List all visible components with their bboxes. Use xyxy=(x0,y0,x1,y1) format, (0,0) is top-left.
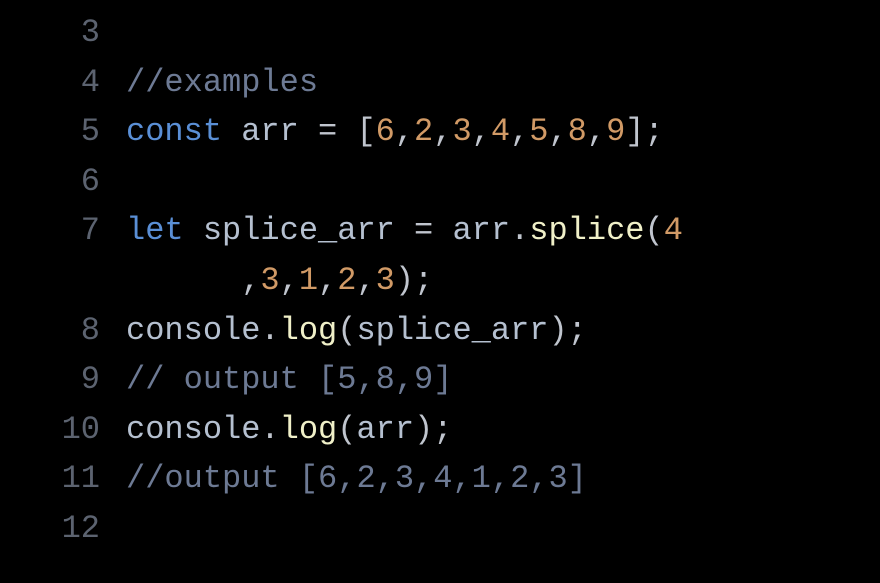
code-token: splice xyxy=(529,212,644,249)
line-number: 8 xyxy=(0,306,126,356)
code-token: . xyxy=(260,411,279,448)
code-content: //examples xyxy=(126,58,880,108)
code-token: , xyxy=(433,113,452,150)
line-number: 10 xyxy=(0,405,126,455)
code-content: const arr = [6,2,3,4,5,8,9]; xyxy=(126,107,880,157)
code-token: ( xyxy=(337,312,356,349)
code-token: arr xyxy=(356,411,414,448)
code-token: arr xyxy=(433,212,510,249)
code-token: console xyxy=(126,312,260,349)
code-token: 4 xyxy=(491,113,510,150)
code-line: 4//examples xyxy=(0,58,880,108)
code-line: 3 xyxy=(0,8,880,58)
code-content: // output [5,8,9] xyxy=(126,355,880,405)
line-number: 9 xyxy=(0,355,126,405)
code-token: , xyxy=(280,262,299,299)
code-content: console.log(arr); xyxy=(126,405,880,455)
code-line: 11//output [6,2,3,4,1,2,3] xyxy=(0,454,880,504)
line-number: 6 xyxy=(0,157,126,207)
code-token: = xyxy=(318,113,337,150)
code-content: //output [6,2,3,4,1,2,3] xyxy=(126,454,880,504)
line-number: 11 xyxy=(0,454,126,504)
code-token: , xyxy=(472,113,491,150)
code-token: . xyxy=(260,312,279,349)
code-token: ( xyxy=(337,411,356,448)
code-token: = xyxy=(414,212,433,249)
code-token: , xyxy=(356,262,375,299)
code-token: , xyxy=(241,262,260,299)
code-line: 12 xyxy=(0,504,880,554)
code-token: 3 xyxy=(260,262,279,299)
code-token: 2 xyxy=(414,113,433,150)
code-token: // output [5,8,9] xyxy=(126,361,452,398)
code-token: //examples xyxy=(126,64,318,101)
code-token: ]; xyxy=(625,113,663,150)
line-number: 12 xyxy=(0,504,126,554)
code-token: let xyxy=(126,212,184,249)
code-token: 2 xyxy=(337,262,356,299)
code-content: let splice_arr = arr.splice(4 xyxy=(126,206,880,256)
code-line: 7let splice_arr = arr.splice(4 xyxy=(0,206,880,256)
code-token: const xyxy=(126,113,222,150)
code-token: log xyxy=(280,411,338,448)
code-token: , xyxy=(395,113,414,150)
code-token: , xyxy=(318,262,337,299)
code-line: 5const arr = [6,2,3,4,5,8,9]; xyxy=(0,107,880,157)
code-token: , xyxy=(587,113,606,150)
code-line: 10console.log(arr); xyxy=(0,405,880,455)
code-line: 8console.log(splice_arr); xyxy=(0,306,880,356)
code-token: console xyxy=(126,411,260,448)
code-token: [ xyxy=(337,113,375,150)
code-token: . xyxy=(510,212,529,249)
code-content: ,3,1,2,3); xyxy=(126,256,880,306)
line-number: 7 xyxy=(0,206,126,256)
code-token: 8 xyxy=(568,113,587,150)
code-line: 6 xyxy=(0,157,880,207)
line-number: 5 xyxy=(0,107,126,157)
code-token: //output [6,2,3,4,1,2,3] xyxy=(126,460,587,497)
code-token: 5 xyxy=(529,113,548,150)
code-token: 3 xyxy=(452,113,471,150)
code-token: 1 xyxy=(299,262,318,299)
code-token: 9 xyxy=(606,113,625,150)
code-token: 3 xyxy=(376,262,395,299)
code-line: 9// output [5,8,9] xyxy=(0,355,880,405)
code-token: 4 xyxy=(664,212,683,249)
line-number: 3 xyxy=(0,8,126,58)
code-line: ,3,1,2,3); xyxy=(0,256,880,306)
code-token: log xyxy=(280,312,338,349)
code-token: splice_arr xyxy=(184,212,414,249)
code-token: ); xyxy=(414,411,452,448)
code-token: arr xyxy=(222,113,318,150)
code-token: , xyxy=(548,113,567,150)
code-token: splice_arr xyxy=(356,312,548,349)
code-editor: 34//examples5const arr = [6,2,3,4,5,8,9]… xyxy=(0,0,880,554)
code-content: console.log(splice_arr); xyxy=(126,306,880,356)
code-token: ( xyxy=(644,212,663,249)
line-number: 4 xyxy=(0,58,126,108)
code-token: ); xyxy=(395,262,433,299)
code-token: ); xyxy=(548,312,586,349)
code-token: , xyxy=(510,113,529,150)
code-token: 6 xyxy=(376,113,395,150)
